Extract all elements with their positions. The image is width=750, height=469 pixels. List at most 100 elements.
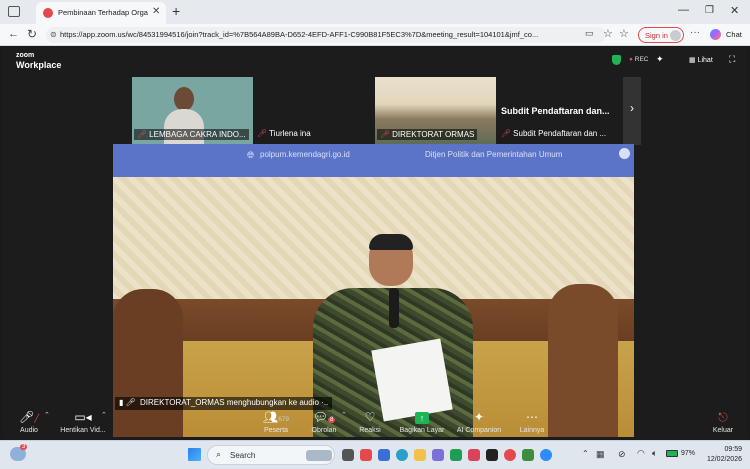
facebook-icon [619,148,630,159]
browser-tab[interactable]: Pembinaan Terhadap Organis ✕ [36,2,166,24]
tray-icon[interactable]: ⊘ [618,449,626,460]
mic-muted-icon: 🎤︎ [125,398,136,407]
search-highlight-icon [306,450,332,461]
participant-count: 679 [278,416,290,423]
app-icon[interactable] [486,449,498,461]
restore-icon[interactable]: ❐ [705,5,714,16]
reload-icon[interactable]: ↻ [27,27,37,41]
share-screen-button[interactable]: ↑ Bagikan Layar [392,410,452,434]
zoom-logo: zoom Workplace [16,52,61,70]
file-explorer-icon[interactable] [414,449,426,461]
participant-tile[interactable]: 🎤︎ DIREKTORAT ORMAS [375,77,496,145]
audio-options-icon[interactable]: ⌃ [44,411,50,419]
start-icon[interactable] [188,448,201,461]
favorite-icon[interactable]: ☆ [603,27,613,40]
web-icon: 🌐︎ [247,150,255,160]
banner-site-text: polpum.kemendagri.go.id [260,150,350,159]
wifi-icon[interactable]: ◠ [637,448,645,459]
clock-time: 09:59 [724,446,742,453]
signin-label: Sign in [645,31,668,40]
search-icon: ⌕ [216,449,222,459]
tab-actions-icon[interactable] [8,6,20,17]
more-options-icon: ⋯ [526,410,538,424]
collections-icon[interactable]: ☆ [619,27,629,40]
mic-muted-icon: 🎤︎ [501,129,512,138]
share-screen-icon: ↑ [392,410,452,424]
leave-button[interactable]: ⎋ Keluar [693,410,750,434]
browser-toolbar: ← ↻ ⊜ https://app.zoom.us/wc/84531994516… [0,24,750,46]
sofa-arm [113,289,183,437]
app-icon[interactable] [450,449,462,461]
close-window-icon[interactable]: ✕ [730,4,739,17]
audio-button[interactable]: 🎤︎╱ Audio [0,410,59,434]
next-page-button[interactable]: › [623,77,641,145]
participant-large-name: Subdit Pendaftaran dan... [501,106,610,116]
security-shield-icon[interactable] [612,55,621,65]
tab-title: Pembinaan Terhadap Organis [58,8,148,17]
url-text: https://app.zoom.us/wc/84531994516/join?… [60,30,539,39]
participant-tile[interactable]: Subdit Pendaftaran dan... 🎤︎ Subdit Penda… [497,77,618,145]
view-label: Lihat [697,57,713,64]
speaker-status-bar: ▮ 🎤︎ DIREKTORAT_ORMAS menghubungkan ke a… [115,397,333,410]
minimize-icon[interactable]: — [678,4,689,16]
ai-companion-icon: ✦ [473,410,485,424]
search-placeholder: Search [230,451,256,460]
mic-muted-icon: 🎤︎ [257,129,268,138]
active-speaker-video: 🌐︎ polpum.kemendagri.go.id Ditjen Politi… [113,144,634,437]
taskbar-search-box[interactable]: ⌕ Search [207,445,335,465]
more-icon[interactable]: ··· [690,27,700,38]
tray-icon[interactable]: ▦ [596,449,605,460]
volume-icon[interactable]: 🔈︎ [652,448,657,459]
chat-label[interactable]: Chat [726,30,742,39]
tray-overflow-icon[interactable]: ⌃ [582,449,589,458]
ai-companion-button[interactable]: ✦ AI Companion [449,410,509,434]
participant-tile[interactable]: 🎤︎ Tiurlena ina [255,77,376,145]
app-icon[interactable] [360,449,372,461]
weather-badge: 3 [20,444,28,450]
participants-label: Peserta [263,427,289,434]
view-grid-icon: ▦ [689,57,696,64]
task-view-icon[interactable] [342,449,354,461]
signal-icon: ▮ [119,398,124,407]
chat-badge: 8 [327,417,336,423]
back-icon[interactable]: ← [8,28,19,40]
rec-dot-icon: ● [629,56,633,63]
close-tab-icon[interactable]: ✕ [152,6,160,17]
participant-tile[interactable]: 🎤︎ LEMBAGA CAKRA INDO... [132,77,253,145]
ai-label: AI Companion [456,427,502,434]
camera-icon[interactable]: ▭ [585,28,594,39]
battery-icon[interactable] [666,450,678,457]
zoom-workplace-text: Workplace [16,60,62,70]
app-icon[interactable] [432,449,444,461]
address-bar[interactable]: ⊜ https://app.zoom.us/wc/84531994516/joi… [46,27,606,43]
clock[interactable]: 09:59 12/02/2026 [702,445,742,465]
audio-label: Audio [20,427,38,434]
participant-name-label: 🎤︎ Subdit Pendaftaran dan ... [501,129,607,138]
zoom-app-icon[interactable] [540,449,552,461]
copilot-icon[interactable] [710,29,721,40]
speaker-status-text: DIREKTORAT_ORMAS menghubungkan ke audio … [140,398,329,407]
site-info-icon[interactable]: ⊜ [50,30,57,39]
app-icon[interactable] [522,449,534,461]
mic-muted-icon: 🎤︎ [137,130,148,139]
video-options-icon[interactable]: ⌃ [101,411,107,419]
chat-label: Obrolan [311,427,337,434]
view-button[interactable]: ▦ Lihat [689,56,713,64]
heart-icon: ♡ [364,410,376,424]
fullscreen-icon[interactable]: ⛶ [729,54,735,65]
new-tab-icon[interactable]: + [172,3,180,19]
chrome-icon[interactable] [504,449,516,461]
more-label: Lainnya [519,427,545,434]
ai-sparkle-icon[interactable]: ✦ [656,54,664,65]
participant-name-label: 🎤︎ LEMBAGA CAKRA INDO... [134,129,249,140]
clock-date: 12/02/2026 [706,456,742,463]
leave-icon: ⎋ [718,410,728,424]
signin-button[interactable]: Sign in [638,27,684,43]
mic-muted-icon: 🎤︎ [380,130,391,139]
more-button[interactable]: ⋯ Lainnya [502,410,562,434]
app-icon[interactable] [468,449,480,461]
app-icon[interactable] [378,449,390,461]
reactions-button[interactable]: ♡ Reaksi [340,410,400,434]
edge-icon[interactable] [396,449,408,461]
battery-percent: 97% [681,450,696,457]
